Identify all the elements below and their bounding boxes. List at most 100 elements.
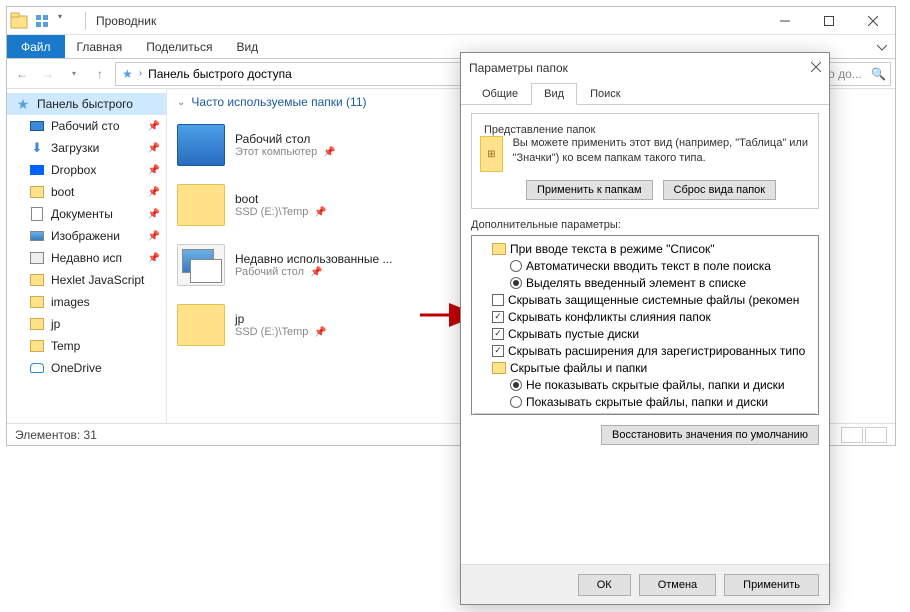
apply-button[interactable]: Применить xyxy=(724,574,819,596)
folder-icon xyxy=(30,340,44,352)
sidebar-item-label: OneDrive xyxy=(51,361,102,375)
radio-control[interactable] xyxy=(510,379,522,391)
window-title: Проводник xyxy=(92,14,763,28)
advanced-settings-tree[interactable]: При вводе текста в режиме "Список"Автома… xyxy=(471,235,819,415)
tab-view[interactable]: Вид xyxy=(224,35,270,58)
close-button[interactable] xyxy=(851,7,895,35)
sidebar-item-label: Недавно исп xyxy=(51,251,122,265)
scroll-right-button[interactable]: ▸ xyxy=(800,415,816,416)
ok-button[interactable]: ОК xyxy=(578,574,631,596)
file-path: Этот компьютер📌 xyxy=(235,146,336,158)
pin-icon: 📌 xyxy=(148,209,160,220)
dialog-tab-view[interactable]: Вид xyxy=(531,83,577,105)
tab-share[interactable]: Поделиться xyxy=(134,35,224,58)
radio-control[interactable] xyxy=(510,277,522,289)
advanced-label: Дополнительные параметры: xyxy=(471,219,819,231)
fieldset-legend: Представление папок xyxy=(480,124,599,136)
checkbox-control[interactable] xyxy=(492,294,504,306)
folder-icon xyxy=(30,296,44,308)
sidebar-item-label: Temp xyxy=(51,339,80,353)
folder-views-icon: ⊞ xyxy=(480,136,503,172)
tree-item[interactable]: Скрывать расширения для зарегистрированн… xyxy=(474,342,816,359)
view-details-button[interactable] xyxy=(841,427,863,443)
chevron-down-icon: ⌄ xyxy=(177,97,185,108)
folder-options-dialog: Параметры папок Общие Вид Поиск Представ… xyxy=(460,52,830,605)
file-path: SSD (E:)\Temp📌 xyxy=(235,206,327,218)
tree-item[interactable]: Выделять введенный элемент в списке xyxy=(474,274,816,291)
cancel-button[interactable]: Отмена xyxy=(639,574,716,596)
sidebar-item-label: Рабочий сто xyxy=(51,119,120,133)
checkbox-control[interactable] xyxy=(492,311,504,323)
forward-button[interactable]: → xyxy=(37,63,59,85)
picture-icon xyxy=(30,231,44,241)
pin-icon: 📌 xyxy=(148,143,160,154)
qat-icon[interactable] xyxy=(34,12,52,30)
pin-icon: 📌 xyxy=(148,231,160,242)
chevron-icon: › xyxy=(139,68,142,79)
tree-item-label: Не показывать скрытые файлы, папки и дис… xyxy=(526,378,785,392)
file-thumbnail xyxy=(177,244,225,286)
apply-to-folders-button[interactable]: Применить к папкам xyxy=(526,180,653,200)
folder-views-text: Вы можете применить этот вид (например, … xyxy=(513,136,810,167)
tree-item[interactable]: Скрывать конфликты слияния папок xyxy=(474,308,816,325)
sidebar-item[interactable]: ⬇Загрузки📌 xyxy=(7,137,166,159)
file-path: SSD (E:)\Temp📌 xyxy=(235,326,327,338)
tree-item[interactable]: При вводе текста в режиме "Список" xyxy=(474,240,816,257)
titlebar: ▾ Проводник xyxy=(7,7,895,35)
sidebar-item[interactable]: Изображени📌 xyxy=(7,225,166,247)
file-name: Недавно использованные ... xyxy=(235,252,392,266)
sidebar-item[interactable]: images xyxy=(7,291,166,313)
sidebar-item-label: images xyxy=(51,295,90,309)
dialog-tab-general[interactable]: Общие xyxy=(469,83,531,105)
tree-item[interactable]: Скрывать защищенные системные файлы (рек… xyxy=(474,291,816,308)
tree-item[interactable]: Показывать скрытые файлы, папки и диски xyxy=(474,393,816,410)
checkbox-control[interactable] xyxy=(492,345,504,357)
reset-folders-button[interactable]: Сброс вида папок xyxy=(663,180,777,200)
dialog-close-button[interactable] xyxy=(811,61,821,75)
sidebar-item[interactable]: Hexlet JavaScript xyxy=(7,269,166,291)
sidebar-item[interactable]: ★Панель быстрого xyxy=(7,93,166,115)
radio-control[interactable] xyxy=(510,260,522,272)
sidebar-item-label: Hexlet JavaScript xyxy=(51,273,144,287)
checkbox-control[interactable] xyxy=(492,328,504,340)
restore-defaults-button[interactable]: Восстановить значения по умолчанию xyxy=(601,425,819,445)
maximize-button[interactable] xyxy=(807,7,851,35)
back-button[interactable]: ← xyxy=(11,63,33,85)
minimize-button[interactable] xyxy=(763,7,807,35)
radio-control[interactable] xyxy=(510,396,522,408)
sidebar-item[interactable]: OneDrive xyxy=(7,357,166,379)
sidebar-item[interactable]: boot📌 xyxy=(7,181,166,203)
tree-item[interactable]: Автоматически вводить текст в поле поиск… xyxy=(474,257,816,274)
pin-icon: 📌 xyxy=(148,165,160,176)
scroll-left-button[interactable]: ◂ xyxy=(474,415,490,416)
sidebar-item[interactable]: Temp xyxy=(7,335,166,357)
explorer-icon xyxy=(10,12,28,30)
status-text: Элементов: 31 xyxy=(15,428,97,442)
tab-file[interactable]: Файл xyxy=(7,35,65,58)
tree-item[interactable]: Скрывать пустые диски xyxy=(474,325,816,342)
horizontal-scrollbar[interactable]: ◂ ▸ xyxy=(474,413,816,415)
sidebar-item[interactable]: Недавно исп📌 xyxy=(7,247,166,269)
folder-icon xyxy=(30,186,44,198)
dialog-tab-search[interactable]: Поиск xyxy=(577,83,633,105)
folder-icon xyxy=(30,318,44,330)
tree-item[interactable]: Скрытые файлы и папки xyxy=(474,359,816,376)
file-name: jp xyxy=(235,312,327,326)
qat-dropdown[interactable]: ▾ xyxy=(58,12,76,30)
sidebar-item[interactable]: Рабочий сто📌 xyxy=(7,115,166,137)
view-icons-button[interactable] xyxy=(865,427,887,443)
file-path: Рабочий стол📌 xyxy=(235,266,392,278)
file-name: boot xyxy=(235,192,327,206)
sidebar-item[interactable]: Dropbox📌 xyxy=(7,159,166,181)
star-icon: ★ xyxy=(122,67,133,81)
sidebar-item[interactable]: Документы📌 xyxy=(7,203,166,225)
recent-locations-icon[interactable]: ▾ xyxy=(63,63,85,85)
tab-home[interactable]: Главная xyxy=(65,35,135,58)
recent-icon xyxy=(30,252,44,264)
sidebar-item[interactable]: jp xyxy=(7,313,166,335)
ribbon-expand-icon[interactable] xyxy=(869,35,895,58)
document-icon xyxy=(31,207,43,221)
tree-item[interactable]: Не показывать скрытые файлы, папки и дис… xyxy=(474,376,816,393)
pin-icon: 📌 xyxy=(314,207,326,218)
up-button[interactable]: ↑ xyxy=(89,63,111,85)
